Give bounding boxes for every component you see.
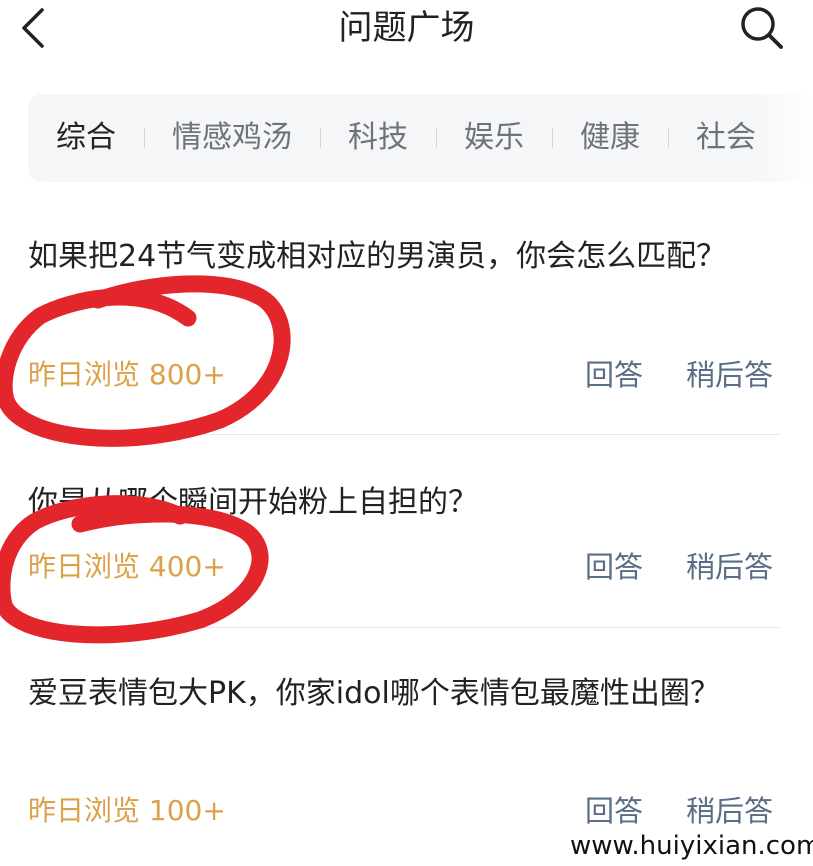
divider (28, 434, 780, 435)
question-title[interactable]: 爱豆表情包大PK，你家idol哪个表情包最魔性出圈？ (28, 669, 758, 719)
tab-society[interactable]: 社会 (668, 118, 784, 158)
tab-entertainment[interactable]: 娱乐 (436, 118, 552, 158)
view-count: 昨日浏览 100+ (28, 794, 226, 827)
answer-later-button[interactable]: 稍后答 (686, 793, 773, 829)
page-title: 问题广场 (338, 8, 475, 48)
question-title[interactable]: 你是从哪个瞬间开始粉上自担的？ (28, 478, 758, 528)
category-tabs: 综合 情感鸡汤 科技 娱乐 健康 社会 (28, 94, 813, 182)
view-count: 昨日浏览 800+ (28, 358, 226, 391)
answer-button[interactable]: 回答 (585, 549, 643, 585)
tab-comprehensive[interactable]: 综合 (28, 118, 144, 158)
answer-button[interactable]: 回答 (585, 793, 643, 829)
view-count: 昨日浏览 400+ (28, 550, 226, 583)
divider (28, 627, 780, 628)
question-title[interactable]: 如果把24节气变成相对应的男演员，你会怎么匹配？ (28, 232, 758, 282)
search-button[interactable] (738, 4, 786, 52)
answer-later-button[interactable]: 稍后答 (686, 549, 773, 585)
answer-button[interactable]: 回答 (585, 357, 643, 393)
search-icon (741, 7, 783, 49)
top-nav-bar: 问题广场 (0, 0, 813, 60)
watermark-text: www.huiyixian.com (566, 826, 813, 866)
tab-health[interactable]: 健康 (552, 118, 668, 158)
tab-emotion[interactable]: 情感鸡汤 (144, 118, 320, 158)
answer-later-button[interactable]: 稍后答 (686, 357, 773, 393)
tab-tech[interactable]: 科技 (320, 118, 436, 158)
